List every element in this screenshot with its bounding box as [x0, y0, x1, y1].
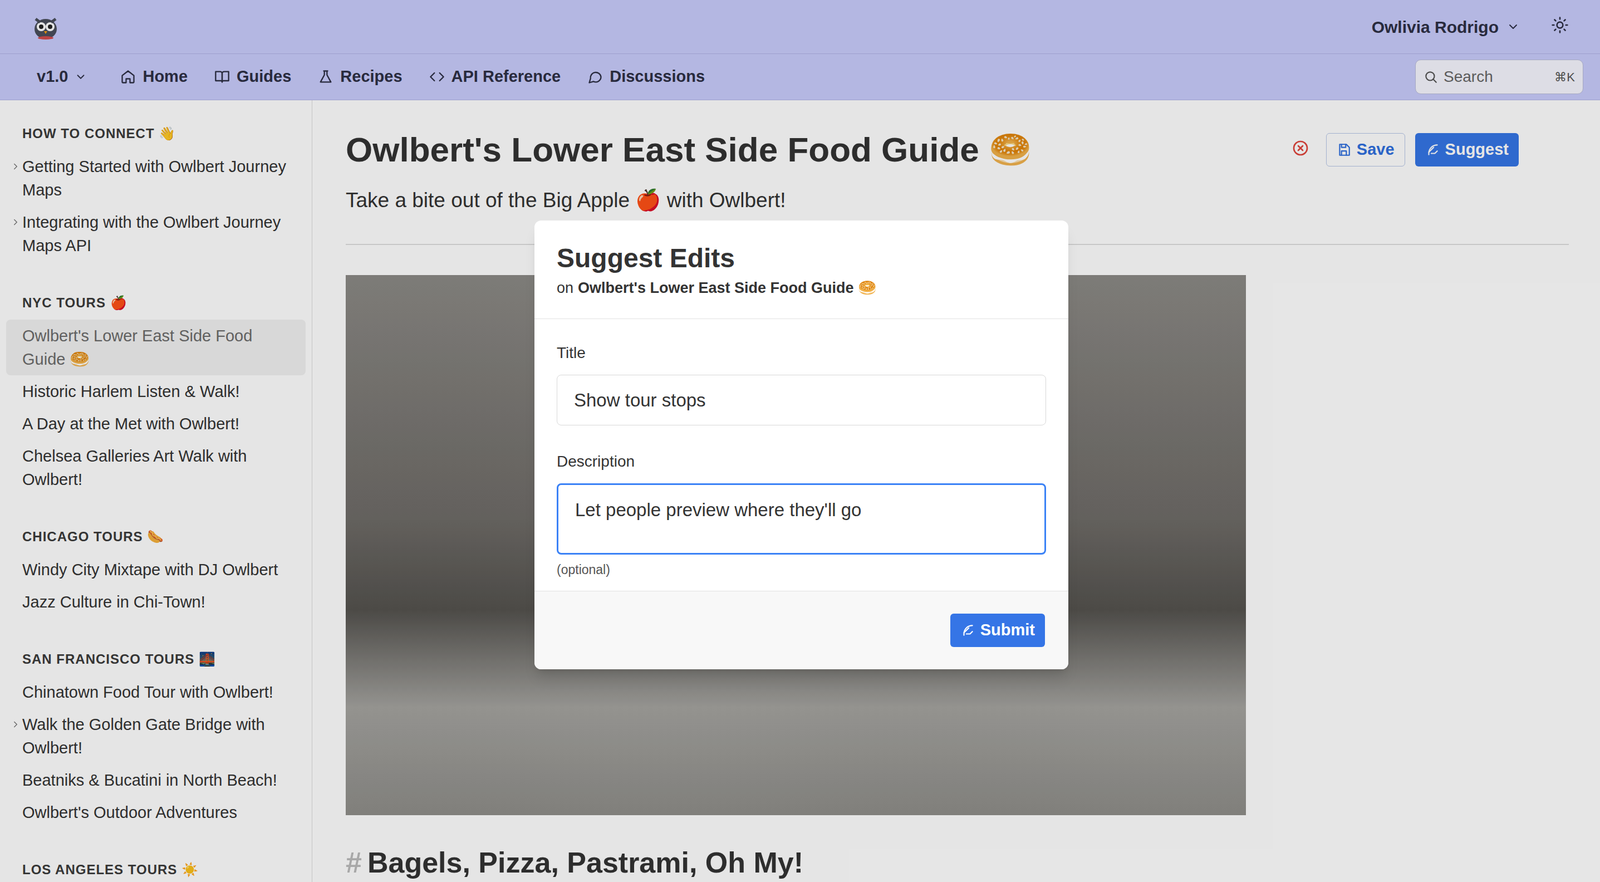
- field-label: Description: [556, 449, 1047, 474]
- modal-title: Suggest Edits: [556, 242, 1047, 274]
- modal-header: Suggest EditsonOwlbert's Lower East Side…: [534, 220, 1069, 319]
- modal-body: Title Show tour stops Description Let peopl…: [534, 318, 1069, 592]
- subtitle-prefix: on: [556, 276, 574, 300]
- suggest-edits-modal: Suggest EditsonOwlbert's Lower East Side…: [534, 220, 1069, 670]
- title-input[interactable]: Show tour stops: [556, 374, 1047, 426]
- subtitle-doc: Owlbert's Lower East Side Food Guide 🥯: [577, 276, 877, 300]
- field-value[interactable]: Show tour stops: [573, 389, 706, 411]
- field-hint: (optional): [556, 560, 1047, 580]
- submit-button[interactable]: Submit: [950, 613, 1045, 647]
- app: Owlivia Rodrigov1.0HomeGuidesRecipesAPI …: [0, 0, 1600, 882]
- description-textarea[interactable]: Let people preview where they'll go: [556, 483, 1047, 555]
- modal-footer: Submit: [534, 591, 1069, 670]
- feather-icon: [960, 622, 975, 638]
- field-label: Title: [556, 341, 1047, 365]
- field-value[interactable]: Let people preview where they'll go: [575, 499, 862, 520]
- modal-subtitle: onOwlbert's Lower East Side Food Guide 🥯: [556, 276, 1047, 300]
- submit-label[interactable]: Submit: [980, 617, 1035, 643]
